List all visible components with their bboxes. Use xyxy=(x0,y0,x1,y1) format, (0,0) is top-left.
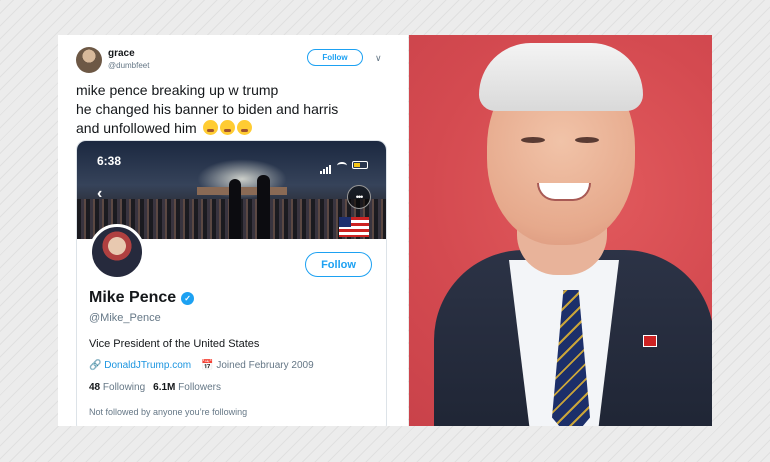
tweet-text: mike pence breaking up w trump he change… xyxy=(76,81,396,138)
flag-icon xyxy=(339,217,369,237)
user-name[interactable]: grace xyxy=(108,48,135,59)
stage xyxy=(197,187,287,195)
mutual-followers-note: Not followed by anyone you’re following xyxy=(89,407,248,417)
profile-bio: Vice President of the United States xyxy=(89,338,260,350)
avatar[interactable] xyxy=(76,47,102,73)
followers-label: Followers xyxy=(178,382,221,393)
crying-face-icon xyxy=(219,120,235,135)
link-icon: 🔗 xyxy=(89,360,102,371)
wifi-icon xyxy=(337,161,347,169)
link-item[interactable]: 🔗 DonaldJTrump.com xyxy=(89,360,191,371)
calendar-icon: 📅 xyxy=(201,360,214,371)
joined-item: 📅 Joined February 2009 xyxy=(201,360,314,371)
tweet-line: mike pence breaking up w trump xyxy=(76,82,279,98)
tweet-line-with-emoji: and unfollowed him xyxy=(76,119,396,138)
flag-pin-icon xyxy=(643,335,657,347)
battery-icon xyxy=(352,161,368,169)
tweet-line: he changed his banner to biden and harri… xyxy=(76,101,339,117)
following-stat[interactable]: 48 Following xyxy=(89,382,145,393)
figure-silhouette xyxy=(229,179,241,239)
back-arrow-icon[interactable]: ‹ xyxy=(97,185,102,203)
crying-face-icon xyxy=(236,120,252,135)
tweet-line: and unfollowed him xyxy=(76,120,197,136)
following-label: Following xyxy=(102,382,146,393)
portrait-photo xyxy=(409,35,712,426)
follow-button[interactable]: Follow xyxy=(307,49,363,66)
profile-name-row: Mike Pence ✓ xyxy=(89,289,195,307)
status-icons xyxy=(320,156,368,174)
followers-stat[interactable]: 6.1M Followers xyxy=(153,382,221,393)
signal-icon xyxy=(320,156,332,174)
eye xyxy=(521,137,545,143)
profile-link[interactable]: DonaldJTrump.com xyxy=(104,360,191,371)
verified-icon: ✓ xyxy=(181,291,195,305)
hair xyxy=(479,43,643,111)
chevron-down-icon[interactable]: ∨ xyxy=(375,53,382,64)
profile-handle: @Mike_Pence xyxy=(89,312,161,324)
more-icon[interactable]: ••• xyxy=(347,185,371,209)
following-count: 48 xyxy=(89,382,101,393)
profile-screenshot[interactable]: 6:38 ‹ ••• Follow Mike Pence ✓ @Mike_Pen… xyxy=(76,140,387,426)
joined-date: Joined February 2009 xyxy=(216,360,314,371)
profile-meta: 🔗 DonaldJTrump.com 📅 Joined February 200… xyxy=(89,360,314,371)
profile-follow-button[interactable]: Follow xyxy=(305,252,372,277)
profile-name: Mike Pence xyxy=(89,289,177,306)
user-handle[interactable]: @dumbfeet xyxy=(108,61,149,70)
figure-silhouette xyxy=(257,175,270,239)
tweet-card: grace @dumbfeet Follow ∨ mike pence brea… xyxy=(58,35,408,426)
eye xyxy=(575,137,599,143)
status-time: 6:38 xyxy=(97,154,122,168)
profile-stats: 48 Following 6.1M Followers xyxy=(89,382,221,393)
followers-count: 6.1M xyxy=(153,382,176,393)
crying-face-icon xyxy=(202,120,218,135)
profile-avatar[interactable] xyxy=(89,224,145,280)
